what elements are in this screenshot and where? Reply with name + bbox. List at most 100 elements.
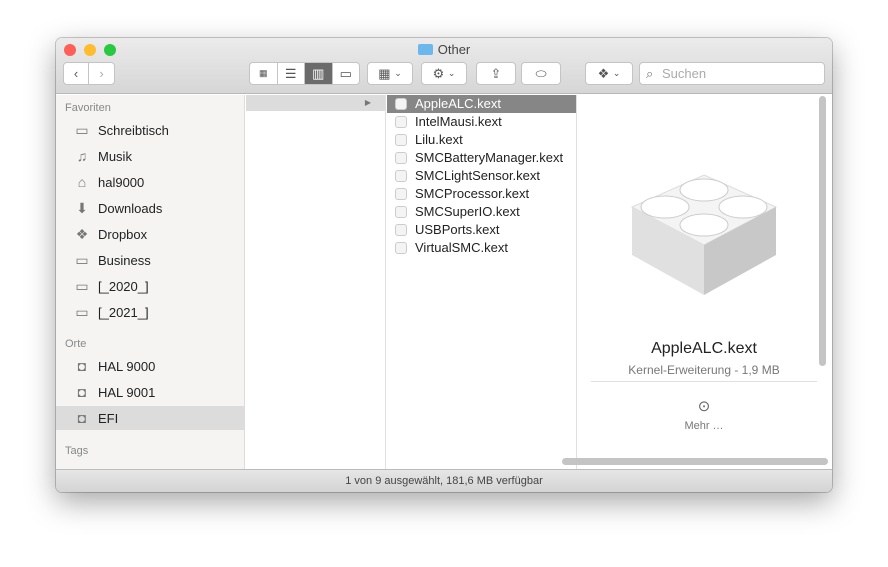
sidebar-item-musik[interactable]: ♫ Musik bbox=[56, 144, 245, 168]
sidebar-item-2021[interactable]: ▭ [_2021_] bbox=[56, 300, 245, 324]
kext-icon bbox=[395, 242, 407, 254]
window-title-text: Other bbox=[437, 42, 471, 57]
sidebar-item-efi[interactable]: ◘ EFI bbox=[56, 406, 245, 430]
chevron-down-icon: ⌄ bbox=[612, 68, 621, 78]
file-name: USBPorts.kext bbox=[415, 222, 500, 237]
file-list-column: AppleALC.kext IntelMausi.kext Lilu.kext … bbox=[387, 95, 577, 469]
column-view-button[interactable]: ▥ bbox=[305, 63, 333, 84]
chevron-down-icon: ⌄ bbox=[447, 68, 456, 78]
sidebar-item-business[interactable]: ▭ Business bbox=[56, 248, 245, 272]
downloads-icon: ⬇ bbox=[76, 199, 88, 216]
more-button[interactable]: Mehr … bbox=[591, 420, 817, 432]
file-row[interactable]: AppleALC.kext bbox=[387, 95, 576, 113]
dropbox-icon: ❖ bbox=[75, 225, 89, 242]
kext-lego-icon bbox=[630, 174, 778, 295]
sidebar-item-home[interactable]: ⌂ hal9000 bbox=[56, 170, 245, 194]
sidebar-item-downloads[interactable]: ⬇ Downloads bbox=[56, 196, 245, 220]
status-bar: 1 von 9 ausgewählt, 181,6 MB verfügbar bbox=[56, 469, 832, 492]
file-row[interactable]: USBPorts.kext bbox=[387, 221, 576, 239]
file-row[interactable]: SMCSuperIO.kext bbox=[387, 203, 576, 221]
file-row[interactable]: VirtualSMC.kext bbox=[387, 239, 576, 257]
sidebar-item-label: Business bbox=[98, 252, 151, 268]
sidebar-item-label: Schreibtisch bbox=[98, 122, 169, 138]
preview-pane: AppleALC.kext Kernel-Erweiterung - 1,9 M… bbox=[591, 95, 817, 469]
nav-buttons: ‹ › bbox=[63, 62, 115, 85]
file-name: SMCBatteryManager.kext bbox=[415, 150, 564, 165]
sidebar-item-label: Dropbox bbox=[98, 226, 148, 242]
file-row[interactable]: SMCBatteryManager.kext bbox=[387, 149, 576, 167]
disk-icon: ◘ bbox=[77, 409, 87, 426]
search-icon: ⌕ bbox=[646, 66, 654, 81]
finder-window: Other ‹ › ▦ ☰ ▥ ▭ ▦ ⌄ ⚙ ⌄ ⇪ ⬭ ❖ ⌄ ⌕ Suche… bbox=[56, 38, 832, 492]
file-name: AppleALC.kext bbox=[415, 96, 501, 111]
sidebar-item-label: [_2020_] bbox=[98, 278, 149, 294]
file-name: VirtualSMC.kext bbox=[415, 240, 508, 255]
sidebar-item-hal9000[interactable]: ◘ HAL 9000 bbox=[56, 354, 245, 378]
more-icon[interactable]: ⊙ bbox=[591, 397, 817, 415]
dropbox-button[interactable]: ❖ ⌄ bbox=[585, 62, 633, 85]
tag-icon: ⬭ bbox=[535, 65, 547, 81]
folder-icon bbox=[417, 44, 433, 55]
file-name: IntelMausi.kext bbox=[415, 114, 502, 129]
sidebar-item-schreibtisch[interactable]: ▭ Schreibtisch bbox=[56, 118, 245, 142]
sidebar-item-label: hal9000 bbox=[98, 174, 145, 190]
home-icon: ⌂ bbox=[77, 173, 87, 190]
disk-icon: ◘ bbox=[77, 357, 87, 374]
grid-icon: ▦ bbox=[378, 65, 391, 81]
file-name: SMCSuperIO.kext bbox=[415, 204, 520, 219]
share-button[interactable]: ⇪ bbox=[476, 62, 516, 85]
kext-icon bbox=[395, 224, 407, 236]
places-header: Orte bbox=[65, 338, 87, 350]
selected-folder-row[interactable]: ▶ bbox=[246, 95, 385, 111]
gallery-view-button[interactable]: ▭ bbox=[333, 63, 360, 84]
kext-icon bbox=[395, 116, 407, 128]
gear-icon: ⚙ bbox=[432, 65, 445, 81]
folder-icon: ▭ bbox=[75, 303, 89, 320]
sidebar-item-hal9001[interactable]: ◘ HAL 9001 bbox=[56, 380, 245, 404]
kext-icon bbox=[395, 98, 407, 110]
sidebar-item-2020[interactable]: ▭ [_2020_] bbox=[56, 274, 245, 298]
icon-view-button[interactable]: ▦ bbox=[250, 63, 278, 84]
list-view-button[interactable]: ☰ bbox=[278, 63, 305, 84]
group-button[interactable]: ▦ ⌄ bbox=[367, 62, 413, 85]
chevron-down-icon: ⌄ bbox=[394, 68, 402, 78]
sidebar-item-label: EFI bbox=[98, 410, 119, 426]
music-icon: ♫ bbox=[76, 147, 88, 164]
disclosure-arrow-icon: ▶ bbox=[364, 98, 371, 107]
kext-icon bbox=[395, 134, 407, 146]
sidebar-item-label: Downloads bbox=[98, 200, 163, 216]
folder-icon: ▭ bbox=[75, 277, 89, 294]
share-icon: ⇪ bbox=[490, 65, 502, 81]
column-1: ▶ bbox=[246, 95, 386, 469]
file-row[interactable]: IntelMausi.kext bbox=[387, 113, 576, 131]
sidebar-item-label: [_2021_] bbox=[98, 304, 149, 320]
back-button[interactable]: ‹ bbox=[64, 63, 90, 84]
search-input[interactable]: ⌕ Suchen bbox=[639, 62, 825, 85]
action-button[interactable]: ⚙ ⌄ bbox=[421, 62, 467, 85]
file-row[interactable]: Lilu.kext bbox=[387, 131, 576, 149]
sidebar-item-label: HAL 9000 bbox=[98, 358, 156, 374]
file-name: Lilu.kext bbox=[415, 132, 463, 147]
tag-button[interactable]: ⬭ bbox=[521, 62, 561, 85]
file-name: SMCLightSensor.kext bbox=[415, 168, 541, 183]
folder-icon: ▭ bbox=[75, 251, 89, 268]
dropbox-icon: ❖ bbox=[597, 65, 610, 81]
preview-title: AppleALC.kext bbox=[651, 340, 757, 357]
toolbar: Other ‹ › ▦ ☰ ▥ ▭ ▦ ⌄ ⚙ ⌄ ⇪ ⬭ ❖ ⌄ ⌕ Suche… bbox=[56, 38, 832, 94]
search-placeholder: Suchen bbox=[662, 66, 707, 81]
kext-icon bbox=[395, 206, 407, 218]
sidebar: Favoriten ▭ Schreibtisch ♫ Musik ⌂ hal9000 … bbox=[56, 95, 245, 469]
file-row[interactable]: SMCProcessor.kext bbox=[387, 185, 576, 203]
kext-icon bbox=[395, 188, 407, 200]
desktop-icon: ▭ bbox=[75, 121, 89, 138]
vertical-scrollbar[interactable] bbox=[819, 96, 826, 366]
preview-info: Kernel-Erweiterung - 1,9 MB bbox=[628, 363, 780, 377]
sidebar-item-dropbox[interactable]: ❖ Dropbox bbox=[56, 222, 245, 246]
disk-icon: ◘ bbox=[77, 383, 87, 400]
favorites-header: Favoriten bbox=[65, 102, 111, 114]
horizontal-scrollbar[interactable] bbox=[562, 458, 828, 465]
file-row[interactable]: SMCLightSensor.kext bbox=[387, 167, 576, 185]
window-title: Other bbox=[56, 42, 832, 57]
file-name: SMCProcessor.kext bbox=[415, 186, 530, 201]
forward-button[interactable]: › bbox=[89, 63, 114, 84]
